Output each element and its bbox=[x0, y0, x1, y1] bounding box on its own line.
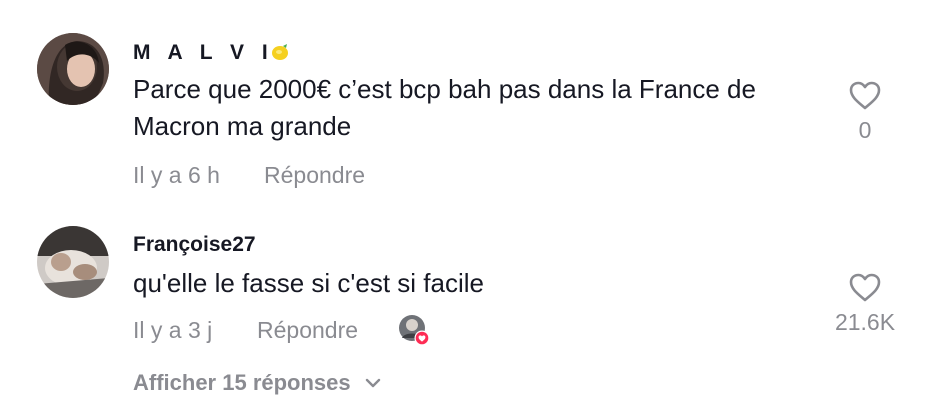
heart-outline-icon bbox=[849, 273, 881, 302]
comment-item: Françoise27 qu'elle le fasse si c'est si… bbox=[0, 210, 934, 408]
reply-button[interactable]: Répondre bbox=[257, 317, 358, 344]
comment-timestamp: Il y a 3 j bbox=[133, 317, 213, 343]
heart-outline-icon bbox=[849, 81, 881, 110]
avatar[interactable] bbox=[37, 226, 109, 298]
comment-username[interactable]: Françoise27 bbox=[133, 233, 256, 257]
view-replies-label: Afficher 15 réponses bbox=[133, 370, 351, 395]
like-count: 0 bbox=[858, 117, 872, 143]
comment-item: M A L V I Parce que 2000€ c’est bcp bah … bbox=[0, 0, 934, 210]
reply-button[interactable]: Répondre bbox=[264, 162, 365, 189]
comment-text: qu'elle le fasse si c'est si facile bbox=[133, 268, 484, 298]
like-count: 21.6K bbox=[834, 309, 896, 335]
comment-timestamp: Il y a 6 h bbox=[133, 162, 220, 188]
like-button[interactable]: 0 bbox=[825, 80, 905, 144]
like-button[interactable]: 21.6K bbox=[825, 272, 905, 336]
creator-liked-badge bbox=[398, 314, 430, 346]
comment-text: Parce que 2000€ c’est bcp bah pas dans l… bbox=[133, 74, 756, 141]
chevron-down-icon bbox=[365, 368, 381, 394]
comment-username[interactable]: M A L V I bbox=[133, 41, 290, 65]
view-replies-button[interactable]: Afficher 15 réponses bbox=[133, 368, 381, 396]
avatar[interactable] bbox=[37, 33, 109, 105]
lemon-emoji-icon bbox=[270, 42, 290, 62]
